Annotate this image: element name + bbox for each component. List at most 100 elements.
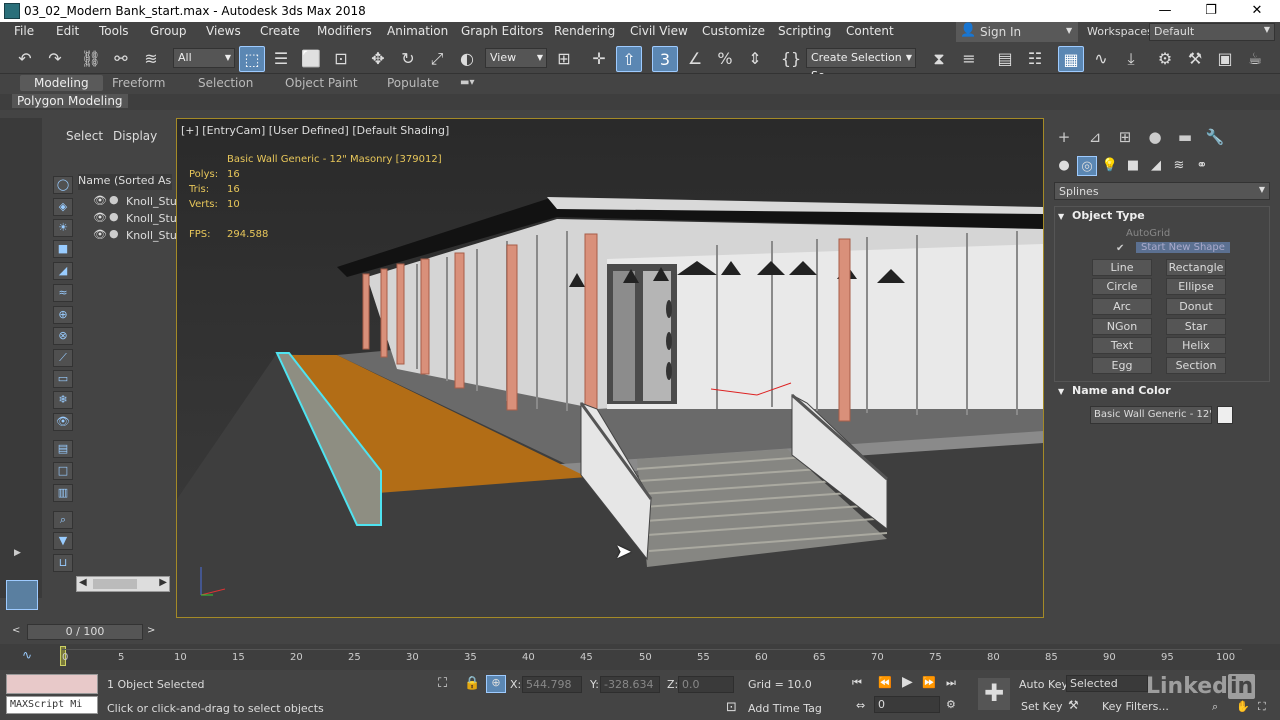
x-coordinate-field[interactable]: 544.798 (522, 676, 582, 693)
display-tab-icon[interactable]: ▬ (1174, 126, 1196, 148)
lights-icon[interactable]: 💡 (1100, 156, 1120, 176)
align-icon[interactable]: ≡ (956, 46, 982, 72)
menu-content[interactable]: Content (846, 24, 894, 38)
rollout-name-and-color[interactable]: ▼ Name and Color (1058, 384, 1171, 402)
geometry-filter-icon[interactable]: ◯ (53, 176, 73, 194)
helpers-icon[interactable]: ◢ (1146, 156, 1166, 176)
snaps-toggle-icon[interactable]: 3 (652, 46, 678, 72)
light-filter-icon[interactable]: ☀ (53, 219, 73, 237)
pivot-center-icon[interactable]: ⊞ (551, 46, 577, 72)
workspaces-select[interactable]: Default ▼ (1149, 23, 1275, 41)
mirror-icon[interactable]: ⧗ (926, 46, 952, 72)
visibility-eye-icon[interactable]: 👁 (93, 194, 107, 210)
link-icon[interactable]: ⛓ (78, 46, 104, 72)
visibility-eye-icon[interactable]: 👁 (93, 228, 107, 244)
invert-display-icon[interactable]: ▥ (53, 484, 73, 502)
menu-edit[interactable]: Edit (56, 24, 79, 38)
list-item[interactable]: Knoll_Stuc (126, 195, 183, 211)
tab-object-paint[interactable]: Object Paint (285, 76, 358, 90)
isolate-selection-icon[interactable]: ⛶ (438, 676, 447, 691)
layer-icon[interactable]: ⊔ (53, 554, 73, 572)
expand-arrow-icon[interactable]: ▶ (14, 548, 21, 558)
hierarchy-tab-icon[interactable]: ⊞ (1114, 126, 1136, 148)
placement-icon[interactable]: ◐ (454, 46, 480, 72)
time-tag-icon[interactable]: ⊡ (726, 700, 737, 715)
tab-populate[interactable]: Populate (387, 76, 439, 90)
scene-explorer-icon[interactable]: ▦ (1058, 46, 1084, 72)
prev-frame-icon[interactable]: ⏪ (878, 676, 892, 689)
ellipse-button[interactable]: Ellipse (1166, 278, 1226, 295)
time-slider-prev-icon[interactable]: < (12, 625, 20, 636)
ribbon-toggle-icon[interactable]: ☷ (1022, 46, 1048, 72)
horizontal-scrollbar[interactable]: ◀ ▶ (76, 576, 170, 592)
app-icon[interactable] (4, 3, 20, 19)
time-slider-thumb[interactable]: 0 / 100 (27, 624, 143, 640)
menu-create[interactable]: Create (260, 24, 300, 38)
line-button[interactable]: Line (1092, 259, 1152, 276)
list-item[interactable]: Knoll_Stuc (126, 212, 183, 228)
scene-tab-display[interactable]: Display (113, 129, 157, 143)
maxscript-listener-pink[interactable] (6, 674, 98, 694)
menu-group[interactable]: Group (150, 24, 187, 38)
y-coordinate-field[interactable]: -328.634 (600, 676, 660, 693)
arc-button[interactable]: Arc (1092, 298, 1152, 315)
sign-in-button[interactable]: 👤 Sign In ▼ (956, 22, 1078, 42)
window-crossing-icon[interactable]: ⊡ (328, 46, 354, 72)
spinner-snap-icon[interactable]: ⇕ (742, 46, 768, 72)
scroll-right-icon[interactable]: ▶ (159, 577, 167, 588)
column-header-name[interactable]: Name (Sorted Ascen (78, 174, 172, 190)
set-key-button[interactable]: Set Key (1021, 700, 1063, 713)
transform-mode-icon[interactable]: ⊕ (486, 675, 506, 693)
curve-editor-icon[interactable]: ∿ (1088, 46, 1114, 72)
object-name-input[interactable]: Basic Wall Generic - 12" Ma (1090, 406, 1212, 424)
find-icon[interactable]: ⌕ (53, 511, 73, 529)
menu-graph-editors[interactable]: Graph Editors (461, 24, 543, 38)
percent-snap-icon[interactable]: % (712, 46, 738, 72)
menu-civil-view[interactable]: Civil View (630, 24, 688, 38)
undo-icon[interactable]: ↶ (12, 46, 38, 72)
key-selection-select[interactable]: Selected (1066, 675, 1148, 692)
create-tab-icon[interactable]: + (1053, 126, 1075, 148)
menu-rendering[interactable]: Rendering (554, 24, 615, 38)
modify-tab-icon[interactable]: ⊿ (1084, 126, 1106, 148)
rectangular-selection-icon[interactable]: ⬜ (298, 46, 324, 72)
tab-freeform[interactable]: Freeform (112, 76, 165, 90)
scroll-left-icon[interactable]: ◀ (79, 577, 87, 588)
ribbon-options-icon[interactable]: ▬▾ (460, 77, 474, 88)
render-icon[interactable]: ☕ (1242, 46, 1268, 72)
time-slider-next-icon[interactable]: > (147, 625, 155, 636)
move-icon[interactable]: ✥ (365, 46, 391, 72)
select-manipulate-icon[interactable]: ✛ (586, 46, 612, 72)
donut-button[interactable]: Donut (1166, 298, 1226, 315)
rectangle-button[interactable]: Rectangle (1166, 259, 1226, 276)
scene-tab-select[interactable]: Select (66, 129, 103, 143)
key-mode-icon[interactable]: ⇔ (856, 699, 865, 712)
filter-funnel-icon[interactable]: ▼ (53, 532, 73, 550)
scale-icon[interactable]: ⤢ (424, 46, 450, 72)
viewport[interactable]: [+] [EntryCam] [User Defined] [Default S… (176, 118, 1044, 618)
select-by-name-icon[interactable]: ☰ (268, 46, 294, 72)
display-none-icon[interactable]: □ (53, 462, 73, 480)
menu-animation[interactable]: Animation (387, 24, 448, 38)
named-selection-select[interactable]: Create Selection Se (806, 48, 916, 82)
shape-filter-icon[interactable]: ◈ (53, 198, 73, 216)
menu-views[interactable]: Views (206, 24, 241, 38)
motion-tab-icon[interactable]: ● (1144, 126, 1166, 148)
polygon-modeling-panel[interactable]: Polygon Modeling (12, 94, 128, 108)
reference-coordinate-select[interactable]: View (485, 48, 547, 68)
visibility-eye-icon[interactable]: 👁 (93, 211, 107, 227)
select-object-icon[interactable]: ⬚ (239, 46, 265, 72)
display-all-icon[interactable]: ▤ (53, 440, 73, 458)
redo-icon[interactable]: ↷ (42, 46, 68, 72)
goto-end-icon[interactable]: ⏭ (946, 676, 956, 690)
goto-start-icon[interactable]: ⏮ (852, 676, 862, 690)
utilities-tab-icon[interactable]: 🔧 (1204, 126, 1226, 148)
menu-tools[interactable]: Tools (99, 24, 129, 38)
category-select[interactable]: Splines ▼ (1054, 182, 1270, 200)
set-keys-plus-icon[interactable]: ✚ (978, 678, 1010, 710)
checkbox-checked-icon[interactable]: ✔ (1116, 243, 1124, 254)
maximize-button[interactable]: ❐ (1188, 0, 1234, 22)
scrollbar-thumb[interactable] (93, 579, 137, 589)
close-button[interactable]: ✕ (1234, 0, 1280, 22)
xref-filter-icon[interactable]: ⊗ (53, 327, 73, 345)
